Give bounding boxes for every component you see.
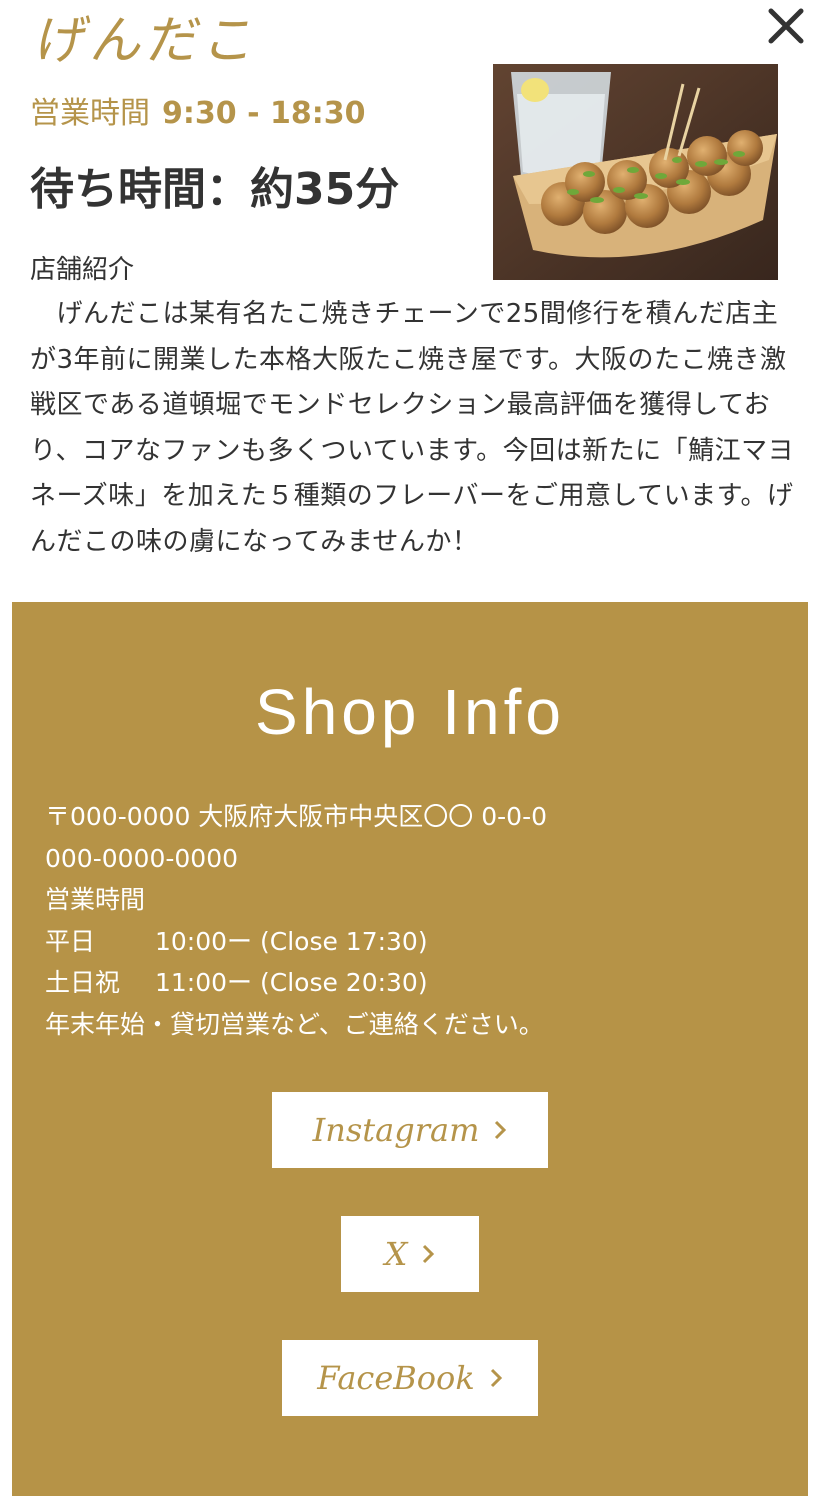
instagram-label: Instagram bbox=[312, 1111, 480, 1149]
schedule-row: 平日 10:00ー (Close 17:30) bbox=[45, 921, 547, 963]
chevron-right-icon bbox=[423, 1244, 435, 1264]
close-button[interactable] bbox=[766, 6, 806, 46]
takoyaki-photo bbox=[493, 64, 778, 280]
instagram-button[interactable]: Instagram bbox=[272, 1092, 548, 1168]
wait-time: 待ち時間：約35分 bbox=[30, 164, 400, 215]
schedule-time: 11:00ー (Close 20:30) bbox=[155, 968, 428, 997]
close-icon[interactable] bbox=[766, 6, 806, 46]
x-label: X bbox=[384, 1235, 408, 1273]
contact-note: 年末年始・貸切営業など、ご連絡ください。 bbox=[45, 1009, 544, 1039]
shop-info-panel: Shop Info 〒000-0000 大阪府大阪市中央区〇〇 0-0-0 00… bbox=[12, 602, 808, 1496]
shop-info-details: 〒000-0000 大阪府大阪市中央区〇〇 0-0-0 000-0000-000… bbox=[45, 796, 547, 1045]
facebook-label: FaceBook bbox=[317, 1359, 475, 1397]
shop-info-title: Shop Info bbox=[255, 676, 565, 748]
hours-label: 営業時間 bbox=[30, 96, 150, 131]
schedule-day: 平日 bbox=[45, 926, 96, 956]
x-button[interactable]: X bbox=[341, 1216, 479, 1292]
schedule-time: 10:00ー (Close 17:30) bbox=[155, 926, 428, 956]
hours-value: 9:30 - 18:30 bbox=[162, 96, 366, 131]
hours-heading: 営業時間 bbox=[45, 885, 146, 914]
shop-name: げんだこ bbox=[30, 11, 266, 71]
facebook-button[interactable]: FaceBook bbox=[282, 1340, 538, 1416]
chevron-right-icon bbox=[490, 1368, 502, 1388]
intro-text: げんだこは某有名たこ焼きチェーンで25間修行を積んだ店主が3年前に開業した本格大… bbox=[30, 299, 795, 557]
business-hours: 営業時間 9:30 - 18:30 bbox=[30, 92, 365, 136]
schedule-row: 土日祝 11:00ー (Close 20:30) bbox=[45, 962, 547, 1004]
schedule-day: 土日祝 bbox=[45, 968, 121, 997]
intro-heading: 店舗紹介 bbox=[30, 255, 135, 285]
chevron-right-icon bbox=[495, 1120, 507, 1140]
phone-number: 000-0000-0000 bbox=[45, 843, 239, 873]
address: 〒000-0000 大阪府大阪市中央区〇〇 0-0-0 bbox=[45, 802, 548, 831]
